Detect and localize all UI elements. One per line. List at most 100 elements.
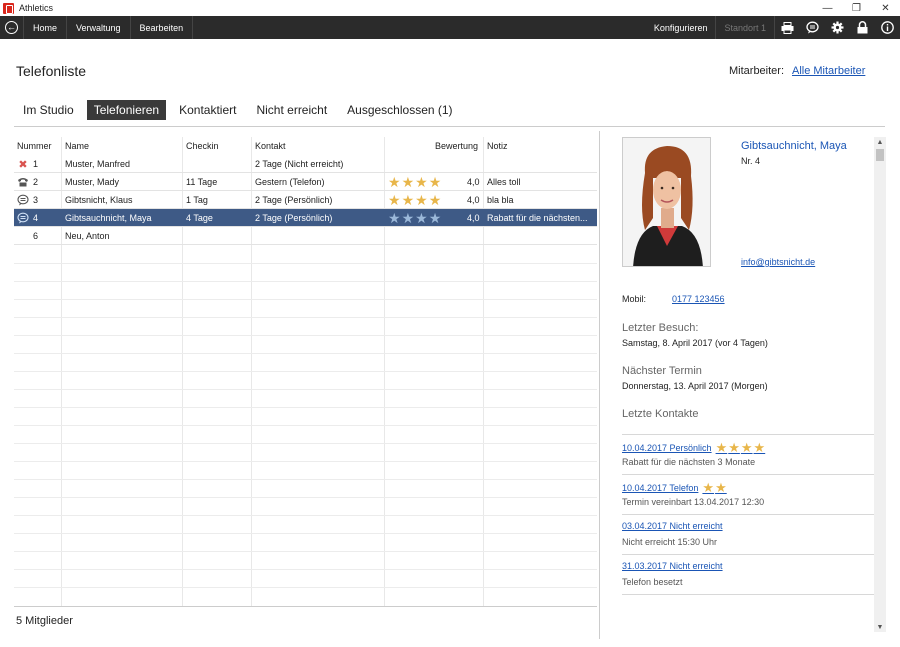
empty-row-line	[14, 263, 597, 264]
info-icon[interactable]	[875, 16, 900, 39]
scroll-thumb[interactable]	[876, 149, 884, 161]
table-row[interactable]: 6 Neu, Anton	[14, 227, 597, 245]
minimize-button[interactable]: —	[813, 0, 842, 16]
cell-nummer: 1	[33, 159, 39, 169]
cell-kontakt: 2 Tage (Persönlich)	[255, 195, 333, 205]
star-icon: ★	[388, 174, 401, 190]
table-row[interactable]: 3 Gibtsnicht, Klaus 1 Tag 2 Tage (Persön…	[14, 191, 597, 209]
cell-name: Muster, Manfred	[65, 159, 131, 169]
member-email-link[interactable]: info@gibtsnicht.de	[741, 257, 815, 267]
contact-entry-label: 03.04.2017 Nicht erreicht	[622, 521, 723, 531]
phone-list-table: Nummer Name Checkin Kontakt Bewertung No…	[14, 137, 597, 607]
menu-home[interactable]: Home	[24, 16, 68, 39]
lock-icon[interactable]	[850, 16, 875, 39]
header-name[interactable]: Name	[65, 141, 89, 151]
tab-telefonieren[interactable]: Telefonieren	[86, 100, 167, 120]
empty-row-line	[14, 407, 597, 408]
header-notiz[interactable]: Notiz	[487, 141, 508, 151]
cell-nummer: 6	[33, 231, 39, 241]
empty-row-line	[14, 281, 597, 282]
detail-scrollbar[interactable]: ▲ ▼	[874, 137, 886, 632]
app-logo-icon	[3, 2, 14, 14]
empty-row-line	[14, 551, 597, 552]
scroll-down-icon[interactable]: ▼	[874, 622, 886, 632]
header-bewertung[interactable]: Bewertung	[435, 141, 478, 151]
contact-entry-link[interactable]: 03.04.2017 Nicht erreicht	[622, 521, 723, 531]
cell-name: Neu, Anton	[65, 231, 110, 241]
last-visit-title: Letzter Besuch:	[622, 322, 699, 334]
cell-nummer: 4	[33, 213, 39, 223]
contact-entry-link[interactable]: 10.04.2017 Telefon ★ ★	[622, 481, 728, 494]
contact-divider	[622, 554, 874, 555]
star-icon: ★	[753, 440, 766, 455]
cell-rating: 4,0	[467, 195, 480, 205]
tab-kontaktiert[interactable]: Kontaktiert	[172, 100, 243, 120]
star-icon: ★	[388, 192, 401, 208]
cell-name: Gibtsauchnicht, Maya	[65, 213, 152, 223]
contact-entry-link[interactable]: 31.03.2017 Nicht erreicht	[622, 561, 723, 571]
staff-filter-link[interactable]: Alle Mitarbeiter	[792, 65, 865, 77]
tab-bar: Im Studio Telefonieren Kontaktiert Nicht…	[16, 100, 466, 120]
rating-stars: ★ ★ ★ ★	[388, 193, 442, 207]
contact-divider	[622, 474, 874, 475]
scroll-up-icon[interactable]: ▲	[874, 137, 886, 147]
location-selector[interactable]: Standort 1	[716, 16, 775, 39]
table-header: Nummer Name Checkin Kontakt Bewertung No…	[14, 137, 597, 155]
contact-rating-stars: ★ ★ ★ ★	[716, 441, 767, 454]
menu-bearbeiten[interactable]: Bearbeiten	[131, 16, 194, 39]
cell-notiz: bla bla	[487, 195, 514, 205]
table-row[interactable]: 2 Muster, Mady 11 Tage Gestern (Telefon)…	[14, 173, 597, 191]
footer-divider	[14, 606, 597, 607]
member-photo[interactable]	[622, 137, 711, 267]
mobile-number-link[interactable]: 0177 123456	[672, 294, 725, 304]
header-kontakt[interactable]: Kontakt	[255, 141, 286, 151]
printer-icon[interactable]	[775, 16, 800, 39]
contact-note: Telefon besetzt	[622, 577, 683, 587]
table-row-selected[interactable]: 4 Gibtsauchnicht, Maya 4 Tage 2 Tage (Pe…	[14, 209, 597, 227]
table-row[interactable]: ✖ 1 Muster, Manfred 2 Tage (Nicht erreic…	[14, 155, 597, 173]
contact-rating-stars: ★ ★	[702, 481, 727, 494]
last-visit-value: Samstag, 8. April 2017 (vor 4 Tagen)	[622, 338, 768, 348]
empty-row-line	[14, 371, 597, 372]
star-icon: ★	[428, 192, 442, 208]
staff-label: Mitarbeiter:	[729, 65, 785, 77]
empty-row-line	[14, 479, 597, 480]
menu-verwaltung[interactable]: Verwaltung	[67, 16, 131, 39]
gear-icon[interactable]	[825, 16, 850, 39]
cell-kontakt: 2 Tage (Nicht erreicht)	[255, 159, 344, 169]
window-title: Athletics	[19, 3, 54, 13]
tab-ausgeschlossen[interactable]: Ausgeschlossen (1)	[340, 100, 459, 120]
tab-im-studio[interactable]: Im Studio	[16, 100, 81, 120]
close-button[interactable]: ✕	[871, 0, 900, 16]
rating-stars: ★ ★ ★ ★	[388, 211, 442, 225]
tab-nicht-erreicht[interactable]: Nicht erreicht	[249, 100, 334, 120]
empty-row-line	[14, 587, 597, 588]
contact-note: Rabatt für die nächsten 3 Monate	[622, 457, 756, 467]
star-icon: ★	[415, 192, 428, 208]
star-icon: ★	[388, 210, 401, 226]
cell-name: Muster, Mady	[65, 177, 120, 187]
contact-divider	[622, 514, 874, 515]
configure-button[interactable]: Konfigurieren	[646, 16, 717, 39]
chat-icon[interactable]	[800, 16, 825, 39]
cell-nummer: 2	[33, 177, 39, 187]
rating-stars: ★ ★ ★ ★	[388, 175, 442, 189]
contact-note: Nicht erreicht 15:30 Uhr	[622, 537, 718, 547]
contact-divider	[622, 594, 874, 595]
cell-kontakt: Gestern (Telefon)	[255, 177, 325, 187]
contact-entry-label: 10.04.2017 Persönlich	[622, 442, 712, 453]
restore-button[interactable]: ❐	[842, 0, 871, 16]
star-icon: ★	[428, 210, 442, 226]
header-nummer[interactable]: Nummer	[17, 141, 52, 151]
next-appointment-value: Donnerstag, 13. April 2017 (Morgen)	[622, 381, 768, 391]
back-button[interactable]: ←	[0, 16, 24, 39]
star-icon: ★	[428, 174, 442, 190]
contact-entry-link[interactable]: 10.04.2017 Persönlich ★ ★ ★ ★	[622, 441, 766, 454]
star-icon: ★	[401, 210, 415, 226]
header-checkin[interactable]: Checkin	[186, 141, 219, 151]
empty-row-line	[14, 515, 597, 516]
cell-name: Gibtsnicht, Klaus	[65, 195, 133, 205]
recent-contacts-title: Letzte Kontakte	[622, 408, 699, 420]
page-title: Telefonliste	[16, 63, 87, 79]
empty-row-line	[14, 425, 597, 426]
